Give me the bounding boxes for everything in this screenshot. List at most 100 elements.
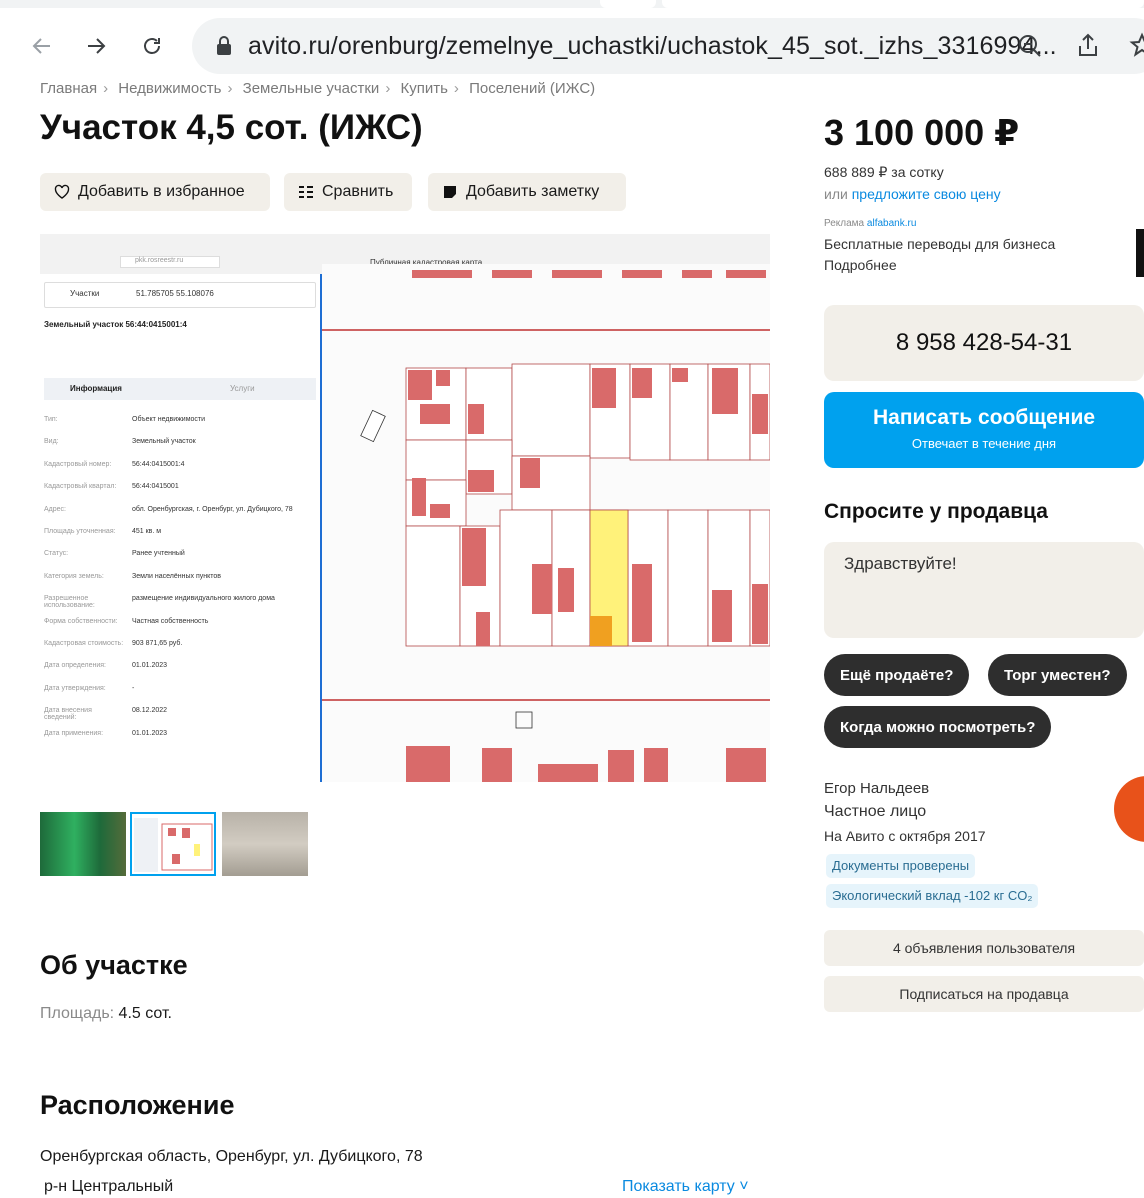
about-heading: Об участке (40, 950, 188, 980)
tab-info: Информация (70, 384, 122, 393)
info-row-key: Дата внесения сведений: (44, 707, 92, 722)
main-photo[interactable]: pkk.rosreestr.ru Публичная кадастровая к… (40, 234, 770, 782)
share-icon[interactable] (1074, 32, 1102, 60)
show-phone-button[interactable]: 8 958 428-54-31 (824, 305, 1144, 381)
cadastral-info-panel: Участки 51.785705 55.108076 Земельный уч… (40, 274, 322, 782)
info-row: Разрешенное использование: размещение инд… (40, 591, 322, 613)
ad-text[interactable]: Бесплатные переводы для бизнеса (824, 236, 1055, 252)
price-per-sotka: 688 889 ₽ за сотку (824, 164, 944, 180)
docs-verified-badge: Документы проверены (826, 854, 976, 878)
info-row: Тип: Объект недвижимости (40, 412, 322, 434)
thumbnail-3[interactable] (222, 812, 308, 876)
info-row: Категория земель: Земли населённых пункто… (40, 569, 322, 591)
info-row-key: Вид: (44, 438, 59, 446)
info-row-value: Объект недвижимости (132, 416, 206, 423)
breadcrumb-item[interactable]: Поселений (ИЖС) (469, 80, 595, 97)
ad-more[interactable]: Подробнее (824, 257, 897, 273)
ask-seller-input[interactable]: Здравствуйте! (824, 542, 1144, 638)
address-bar[interactable]: avito.ru/orenburg/zemelnye_uchastki/ucha… (192, 18, 1144, 74)
ad-domain[interactable]: alfabank.ru (867, 218, 916, 229)
info-row-value: 451 кв. м (132, 528, 162, 535)
info-row: Дата утверждения: - (40, 681, 322, 703)
info-row: Кадастровый номер: 56:44:0415001:4 (40, 457, 322, 479)
write-message-button[interactable]: Написать сообщение Отвечает в течение дн… (824, 392, 1144, 468)
quick-question-chip[interactable]: Когда можно посмотреть? (824, 706, 1052, 748)
ad-image[interactable] (1136, 229, 1144, 277)
thumbnail-2[interactable] (130, 812, 216, 876)
info-row-key: Разрешенное использование: (44, 595, 95, 610)
url-text[interactable]: avito.ru/orenburg/zemelnye_uchastki/ucha… (248, 32, 1057, 61)
heart-icon (54, 184, 70, 199)
info-row-value: размещение индивидуального жилого дома (132, 595, 275, 603)
info-row-key: Статус: (44, 550, 69, 558)
info-row-value: обл. Оренбургская, г. Оренбург, ул. Дуби… (132, 505, 293, 513)
info-row-value: Земли населённых пунктов (132, 572, 222, 580)
info-row-value: 01.01.2023 (132, 729, 168, 737)
eco-badge: Экологический вклад -102 кг CO₂ (826, 884, 1039, 908)
info-row-value: Частная собственность (132, 617, 209, 625)
quick-question-chip[interactable]: Ещё продаёте? (824, 654, 970, 696)
info-row-value: 01.01.2023 (132, 662, 168, 670)
ask-seller-heading: Спросите у продавца (824, 500, 1048, 523)
seller-since: На Авито с октября 2017 (824, 828, 986, 844)
info-row-key: Тип: (44, 416, 58, 423)
ad-label: Реклама (824, 218, 865, 229)
info-row-key: Категория земель: (44, 572, 104, 580)
breadcrumb-item[interactable]: Главная (40, 80, 97, 97)
parcel-title: Земельный участок 56:44:0415001:4 (44, 320, 187, 329)
favorite-button[interactable]: Добавить в избранное (40, 173, 270, 211)
chevron-down-icon: ˅ (734, 1178, 749, 1195)
seller-type: Частное лицо (824, 803, 927, 820)
area-row: Площадь: 4.5 сот. (40, 1005, 172, 1023)
info-row-key: Дата утверждения: (44, 684, 106, 692)
show-map-link[interactable]: Показать карту ˅ (622, 1178, 749, 1196)
breadcrumb: Главная › Недвижимость › Земельные участки… (40, 80, 596, 97)
browser-chrome: avito.ru/orenburg/zemelnye_uchastki/ucha… (0, 0, 1144, 82)
info-row-key: Дата определения: (44, 662, 106, 670)
note-label: Добавить заметку (466, 183, 600, 200)
reload-icon[interactable] (134, 28, 170, 64)
forward-icon[interactable] (78, 28, 114, 64)
info-row: Кадастровая стоимость: 903 871,65 руб. (40, 636, 322, 658)
compare-label: Сравнить (322, 183, 394, 200)
tab-strip (0, 0, 1144, 8)
breadcrumb-item[interactable]: Купить (400, 80, 447, 97)
reply-time-label: Отвечает в течение дня (911, 436, 1057, 451)
lock-icon[interactable] (216, 36, 232, 56)
star-icon[interactable] (1128, 32, 1144, 60)
info-row: Статус: Ранее учтенный (40, 546, 322, 568)
seller-name-link[interactable]: Егор Нальдеев (824, 780, 929, 797)
offer-price-link[interactable]: предложите свою цену (852, 186, 1001, 202)
location-heading: Расположение (40, 1090, 235, 1120)
info-row-key: Кадастровая стоимость: (44, 640, 124, 647)
zoom-icon[interactable] (1016, 32, 1044, 60)
user-ads-button[interactable]: 4 объявления пользователя (824, 930, 1144, 966)
info-row-key: Адрес: (44, 505, 66, 513)
info-row: Адрес: обл. Оренбургская, г. Оренбург, ул… (40, 502, 322, 524)
cadastral-map (322, 264, 770, 782)
info-row: Дата внесения сведений: 08.12.2022 (40, 703, 322, 725)
breadcrumb-item[interactable]: Недвижимость (118, 80, 221, 97)
favorite-label: Добавить в избранное (78, 183, 245, 200)
write-message-label: Написать сообщение (872, 406, 1096, 429)
quick-question-chip[interactable]: Торг уместен? (988, 654, 1127, 696)
breadcrumb-item[interactable]: Земельные участки (243, 80, 380, 97)
info-row-key: Дата применения: (44, 729, 104, 737)
compare-icon (299, 186, 313, 198)
info-row-value: 56:44:0415001:4 (132, 460, 185, 468)
compare-button[interactable]: Сравнить (284, 173, 412, 211)
add-note-button[interactable]: Добавить заметку (428, 173, 626, 211)
thumbnail-1[interactable] (40, 812, 126, 876)
info-row-value: Ранее учтенный (132, 550, 185, 558)
info-row-value: 903 871,65 руб. (132, 640, 183, 647)
price: 3 100 000 ₽ (824, 112, 1020, 153)
image-address-bar: pkk.rosreestr.ru (120, 256, 220, 268)
district: р-н Центральный (44, 1178, 174, 1195)
back-icon[interactable] (24, 28, 60, 64)
info-row-key: Кадастровый номер: (44, 460, 112, 468)
subscribe-seller-button[interactable]: Подписаться на продавца (824, 976, 1144, 1012)
info-row: Дата определения: 01.01.2023 (40, 658, 322, 680)
info-row-value: 56:44:0415001 (132, 483, 179, 491)
show-map-label: Показать карту (622, 1178, 735, 1195)
avatar[interactable] (1114, 776, 1144, 842)
